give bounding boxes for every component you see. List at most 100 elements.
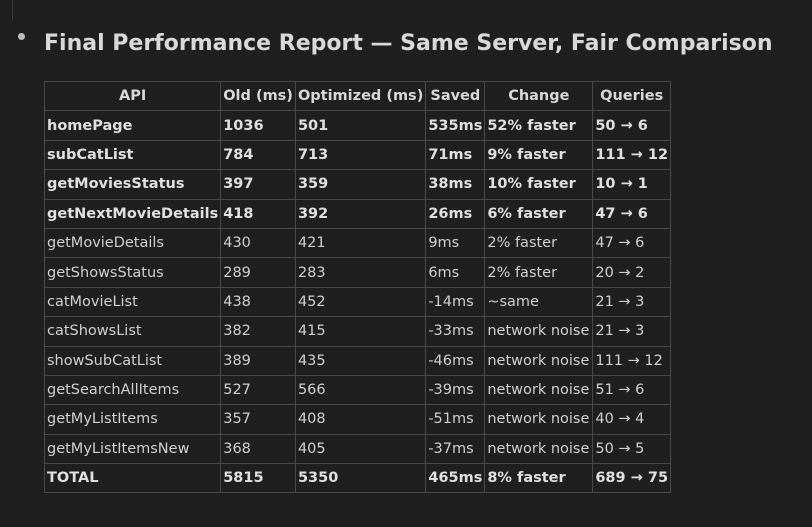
change-cell: 52% faster	[484, 110, 594, 141]
saved-cell: -46ms	[425, 345, 486, 376]
saved-cell: 465ms	[425, 463, 486, 494]
header-queries: Queries	[592, 80, 672, 112]
old-ms-cell: 1036	[220, 110, 296, 141]
change-cell: 6% faster	[484, 198, 594, 229]
api-cell: getShowsStatus	[43, 257, 222, 288]
table-row: getMovieDetails 430 421 9ms 2% faster 47 → 6	[43, 227, 672, 259]
change-cell: network noise	[484, 374, 594, 406]
optimized-ms-cell: 713	[294, 139, 427, 171]
optimized-ms-cell: 392	[294, 198, 427, 229]
queries-cell: 50 → 5	[592, 433, 672, 465]
table-row: catShowsList 382 415 -33ms network noise 21 →…	[43, 316, 672, 347]
saved-cell: 535ms	[425, 110, 486, 141]
left-guide-line	[12, 0, 13, 20]
table-total-row: TOTAL 5815 5350 465ms 8% faster 689 → 75	[43, 463, 672, 494]
change-cell: network noise	[484, 316, 594, 347]
saved-cell: 38ms	[425, 169, 486, 200]
table-body: homePage 1036 501 535ms 52% faster 50 → 6 subC…	[43, 110, 672, 494]
api-cell: catMovieList	[43, 286, 222, 318]
optimized-ms-cell: 452	[294, 286, 427, 318]
change-cell: 8% faster	[484, 463, 594, 494]
optimized-ms-cell: 405	[294, 433, 427, 465]
table-row: getSearchAllItems 527 566 -39ms network nois…	[43, 374, 672, 406]
old-ms-cell: 382	[220, 316, 296, 347]
optimized-ms-cell: 566	[294, 374, 427, 406]
api-cell: getNextMovieDetails	[43, 198, 222, 229]
optimized-ms-cell: 283	[294, 257, 427, 288]
saved-cell: 26ms	[425, 198, 486, 229]
saved-cell: 71ms	[425, 139, 486, 171]
saved-cell: 6ms	[425, 257, 486, 288]
old-ms-cell: 438	[220, 286, 296, 318]
table-header-row: API Old (ms) Optimized (ms) Saved Change…	[43, 80, 672, 112]
queries-cell: 21 → 3	[592, 316, 672, 347]
change-cell: ~same	[484, 286, 594, 318]
header-change: Change	[484, 80, 594, 112]
table-row: getNextMovieDetails 418 392 26ms 6% faster 47…	[43, 198, 672, 229]
queries-cell: 111 → 12	[592, 345, 672, 376]
header-old: Old (ms)	[220, 80, 296, 112]
optimized-ms-cell: 501	[294, 110, 427, 141]
queries-cell: 111 → 12	[592, 139, 672, 171]
table-row: homePage 1036 501 535ms 52% faster 50 → 6	[43, 110, 672, 141]
old-ms-cell: 368	[220, 433, 296, 465]
old-ms-cell: 418	[220, 198, 296, 229]
queries-cell: 50 → 6	[592, 110, 672, 141]
saved-cell: -33ms	[425, 316, 486, 347]
queries-cell: 10 → 1	[592, 169, 672, 200]
table-row: getMyListItems 357 408 -51ms network noise 40…	[43, 404, 672, 435]
queries-cell: 47 → 6	[592, 198, 672, 229]
optimized-ms-cell: 415	[294, 316, 427, 347]
table-row: showSubCatList 389 435 -46ms network noise 11…	[43, 345, 672, 376]
saved-cell: -51ms	[425, 404, 486, 435]
queries-cell: 20 → 2	[592, 257, 672, 288]
api-cell: homePage	[43, 110, 222, 141]
table-row: subCatList 784 713 71ms 9% faster 111 → 12	[43, 139, 672, 171]
table-row: catMovieList 438 452 -14ms ~same 21 → 3	[43, 286, 672, 318]
api-cell: TOTAL	[43, 463, 222, 494]
change-cell: 10% faster	[484, 169, 594, 200]
api-cell: getMoviesStatus	[43, 169, 222, 200]
change-cell: 2% faster	[484, 257, 594, 288]
change-cell: network noise	[484, 345, 594, 376]
old-ms-cell: 784	[220, 139, 296, 171]
api-cell: catShowsList	[43, 316, 222, 347]
saved-cell: 9ms	[425, 227, 486, 259]
header-saved: Saved	[425, 80, 486, 112]
bullet-dot-icon	[18, 33, 25, 40]
old-ms-cell: 430	[220, 227, 296, 259]
old-ms-cell: 289	[220, 257, 296, 288]
optimized-ms-cell: 5350	[294, 463, 427, 494]
api-cell: getSearchAllItems	[43, 374, 222, 406]
table-row: getShowsStatus 289 283 6ms 2% faster 20 → 2	[43, 257, 672, 288]
queries-cell: 51 → 6	[592, 374, 672, 406]
change-cell: network noise	[484, 433, 594, 465]
api-cell: getMyListItems	[43, 404, 222, 435]
api-cell: showSubCatList	[43, 345, 222, 376]
queries-cell: 689 → 75	[592, 463, 672, 494]
old-ms-cell: 5815	[220, 463, 296, 494]
optimized-ms-cell: 421	[294, 227, 427, 259]
api-cell: subCatList	[43, 139, 222, 171]
queries-cell: 40 → 4	[592, 404, 672, 435]
saved-cell: -37ms	[425, 433, 486, 465]
header-optimized: Optimized (ms)	[294, 80, 427, 112]
change-cell: network noise	[484, 404, 594, 435]
old-ms-cell: 527	[220, 374, 296, 406]
change-cell: 9% faster	[484, 139, 594, 171]
page-title: Final Performance Report — Same Server, …	[44, 31, 773, 56]
performance-table: API Old (ms) Optimized (ms) Saved Change…	[43, 80, 672, 494]
old-ms-cell: 357	[220, 404, 296, 435]
optimized-ms-cell: 435	[294, 345, 427, 376]
old-ms-cell: 397	[220, 169, 296, 200]
api-cell: getMyListItemsNew	[43, 433, 222, 465]
api-cell: getMovieDetails	[43, 227, 222, 259]
saved-cell: -39ms	[425, 374, 486, 406]
saved-cell: -14ms	[425, 286, 486, 318]
optimized-ms-cell: 359	[294, 169, 427, 200]
queries-cell: 21 → 3	[592, 286, 672, 318]
header-api: API	[43, 80, 222, 112]
table-row: getMyListItemsNew 368 405 -37ms network nois…	[43, 433, 672, 465]
old-ms-cell: 389	[220, 345, 296, 376]
queries-cell: 47 → 6	[592, 227, 672, 259]
